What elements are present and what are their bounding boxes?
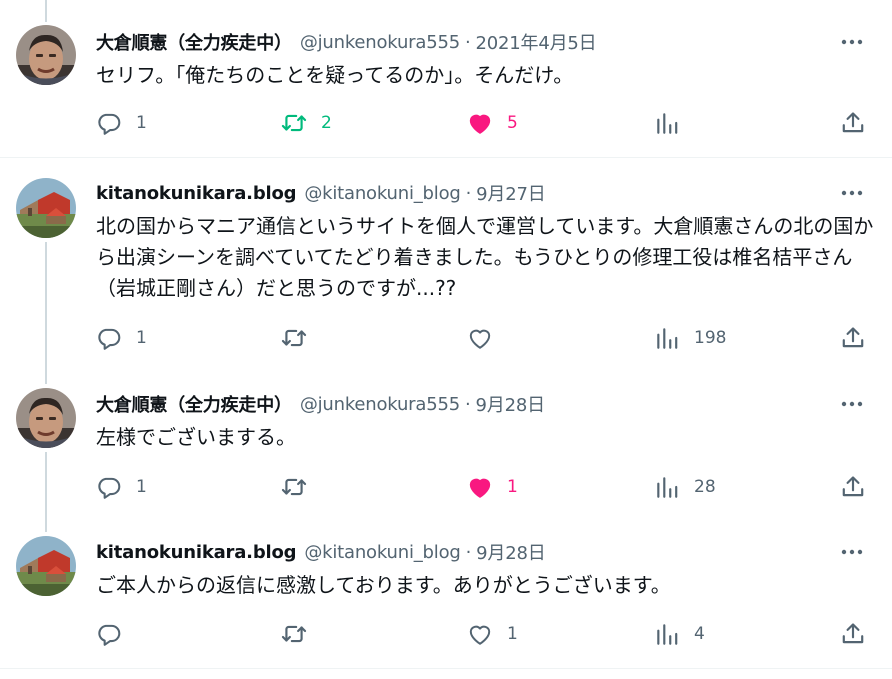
tweet-text: 北の国からマニア通信というサイトを個人で運営しています。大倉順憲さんの北の国から… xyxy=(96,214,874,300)
tweet-header: 大倉順憲（全力疾走中） @junkenokura555 · 9月28日 xyxy=(96,391,546,417)
like-button[interactable]: 5 xyxy=(467,108,518,138)
views-button[interactable] xyxy=(654,108,694,138)
reply-icon xyxy=(98,113,121,135)
heart-icon xyxy=(469,114,491,134)
share-button[interactable] xyxy=(840,323,866,353)
more-icon xyxy=(841,39,863,45)
reply-icon xyxy=(98,328,121,350)
retweet-button[interactable] xyxy=(281,619,321,649)
more-options-button[interactable] xyxy=(836,30,868,54)
like-count: 1 xyxy=(507,624,518,644)
more-options-button[interactable] xyxy=(836,540,868,564)
author-handle[interactable]: @kitanokuni_blog xyxy=(304,183,460,204)
tweet[interactable]: kitanokunikara.blog @kitanokuni_blog · 9… xyxy=(0,520,892,668)
retweet-icon xyxy=(281,478,307,496)
like-count: 1 xyxy=(507,477,518,497)
reply-count: 1 xyxy=(136,113,147,133)
views-button[interactable]: 4 xyxy=(654,619,705,649)
tweet[interactable]: 大倉順憲（全力疾走中） @junkenokura555 · 2021年4月5日 … xyxy=(0,0,892,157)
more-icon xyxy=(841,549,863,555)
retweet-icon xyxy=(281,625,307,643)
more-icon xyxy=(841,190,863,196)
more-options-button[interactable] xyxy=(836,181,868,205)
reply-icon xyxy=(98,477,121,499)
view-count: 28 xyxy=(694,477,716,497)
tweet-header: kitanokunikara.blog @kitanokuni_blog · 9… xyxy=(96,180,546,206)
reply-button[interactable]: 1 xyxy=(96,472,147,502)
tweet[interactable]: kitanokunikara.blog @kitanokuni_blog · 9… xyxy=(0,158,892,370)
tweet-timestamp[interactable]: 9月27日 xyxy=(476,180,546,206)
like-button[interactable]: 1 xyxy=(467,472,518,502)
reply-button[interactable]: 1 xyxy=(96,323,147,353)
tweet-actions: 1 1 28 xyxy=(0,472,892,502)
tweet-timestamp[interactable]: 2021年4月5日 xyxy=(476,29,597,55)
tweet-text: ご本人からの返信に感激しております。ありがとうございます。 xyxy=(96,573,671,597)
author-name[interactable]: 大倉順憲（全力疾走中） xyxy=(96,391,292,417)
share-icon xyxy=(842,112,864,133)
avatar[interactable] xyxy=(16,388,76,448)
tweet-header: 大倉順憲（全力疾走中） @junkenokura555 · 2021年4月5日 xyxy=(96,29,597,55)
author-name[interactable]: 大倉順憲（全力疾走中） xyxy=(96,29,292,55)
views-button[interactable]: 198 xyxy=(654,323,726,353)
tweet-actions: 1 2 5 xyxy=(0,108,892,138)
tweet-header: kitanokunikara.blog @kitanokuni_blog · 9… xyxy=(96,539,546,565)
retweet-icon xyxy=(281,329,307,347)
reply-icon xyxy=(98,624,121,646)
like-count: 5 xyxy=(507,113,518,133)
view-count: 4 xyxy=(694,624,705,644)
author-name[interactable]: kitanokunikara.blog xyxy=(96,183,297,204)
separator-dot: · xyxy=(464,393,471,415)
share-button[interactable] xyxy=(840,619,866,649)
separator-dot: · xyxy=(465,541,472,563)
avatar[interactable] xyxy=(16,25,76,85)
analytics-icon xyxy=(657,477,678,498)
share-button[interactable] xyxy=(840,108,866,138)
share-icon xyxy=(842,476,864,497)
avatar[interactable] xyxy=(16,536,76,596)
author-handle[interactable]: @kitanokuni_blog xyxy=(304,542,460,563)
author-name[interactable]: kitanokunikara.blog xyxy=(96,542,297,563)
heart-icon xyxy=(469,478,491,498)
retweet-button[interactable]: 2 xyxy=(281,108,332,138)
tweet-timestamp[interactable]: 9月28日 xyxy=(476,391,546,417)
share-button[interactable] xyxy=(840,472,866,502)
analytics-icon xyxy=(657,328,678,349)
heart-icon xyxy=(469,625,491,645)
reply-button[interactable] xyxy=(96,619,136,649)
author-handle[interactable]: @junkenokura555 xyxy=(300,32,460,53)
tweet-divider xyxy=(0,668,892,669)
like-button[interactable] xyxy=(467,323,507,353)
tweet-text: 左様でございまする。 xyxy=(96,425,296,449)
reply-count: 1 xyxy=(136,477,147,497)
conversation-thread: 大倉順憲（全力疾走中） @junkenokura555 · 2021年4月5日 … xyxy=(0,0,892,679)
tweet-actions: 1 198 xyxy=(0,323,892,353)
retweet-count: 2 xyxy=(321,113,332,133)
separator-dot: · xyxy=(464,31,471,53)
heart-icon xyxy=(469,329,491,349)
analytics-icon xyxy=(657,113,678,134)
share-icon xyxy=(842,623,864,644)
more-options-button[interactable] xyxy=(836,392,868,416)
retweet-button[interactable] xyxy=(281,323,321,353)
tweet-text: セリフ。「俺たちのことを疑ってるのか」。そんだけ。 xyxy=(96,63,574,87)
like-button[interactable]: 1 xyxy=(467,619,518,649)
retweet-icon xyxy=(281,114,307,132)
tweet-timestamp[interactable]: 9月28日 xyxy=(476,539,546,565)
views-button[interactable]: 28 xyxy=(654,472,716,502)
tweet-actions: 1 4 xyxy=(0,619,892,649)
separator-dot: · xyxy=(465,182,472,204)
retweet-button[interactable] xyxy=(281,472,321,502)
reply-button[interactable]: 1 xyxy=(96,108,147,138)
analytics-icon xyxy=(657,624,678,645)
share-icon xyxy=(842,327,864,348)
view-count: 198 xyxy=(694,328,727,348)
tweet[interactable]: 大倉順憲（全力疾走中） @junkenokura555 · 9月28日 左様でご… xyxy=(0,372,892,520)
author-handle[interactable]: @junkenokura555 xyxy=(300,394,460,415)
more-icon xyxy=(841,401,863,407)
avatar[interactable] xyxy=(16,178,76,238)
reply-count: 1 xyxy=(136,328,147,348)
